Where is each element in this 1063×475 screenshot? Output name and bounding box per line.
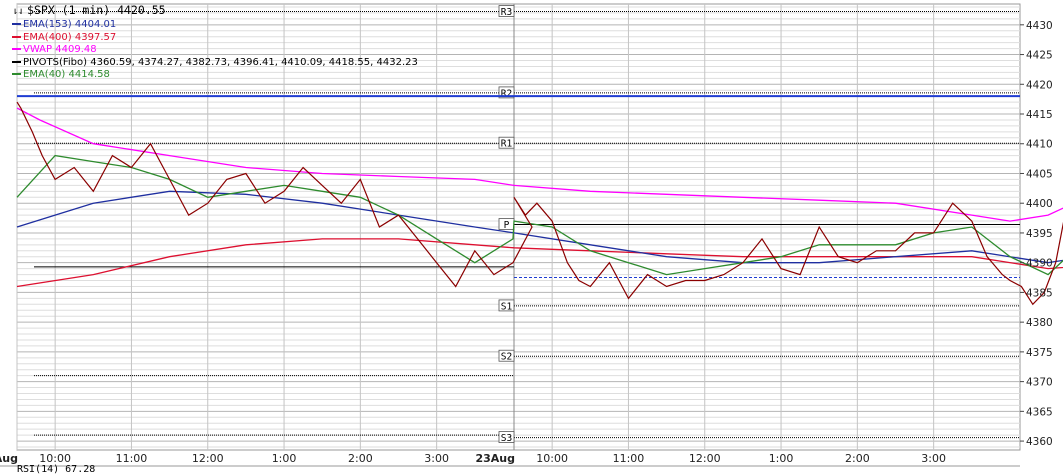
time-tick-label: 3:00 xyxy=(424,452,449,465)
price-tick-label: 4395 xyxy=(1026,228,1053,240)
legend-value: 4409.48 xyxy=(55,44,97,55)
pivot-label-r2: R2 xyxy=(501,88,512,99)
pivot-label-s3: S3 xyxy=(501,433,512,444)
price-tick-label: 4375 xyxy=(1026,347,1053,359)
price-tick-label: 4360 xyxy=(1026,436,1053,448)
pivot-label-r3: R3 xyxy=(501,7,512,18)
price-tick-label: 4415 xyxy=(1026,109,1053,121)
price-tick-label: 4380 xyxy=(1026,317,1053,329)
price-tick-label: 4405 xyxy=(1026,168,1053,180)
legend-entry-ema40: EMA(40) 4414.58 xyxy=(12,69,418,82)
price-tick-label: 4410 xyxy=(1026,139,1053,151)
legend-swatch xyxy=(12,23,21,25)
price-tick-label: 4370 xyxy=(1026,377,1053,389)
time-tick-label: 3:00 xyxy=(921,452,946,465)
time-tick-label: 1:00 xyxy=(272,452,297,465)
legend-swatch xyxy=(12,48,21,50)
price-tick-label: 4420 xyxy=(1026,79,1053,91)
legend-entry-ema153: EMA(153) 4404.01 xyxy=(12,19,418,32)
chart-legend: ⇂⇃ $SPX (1 min) 4420.55 EMA(153) 4404.01 … xyxy=(12,3,418,82)
pivot-label-s1: S1 xyxy=(501,301,513,312)
legend-value: 4397.57 xyxy=(74,31,117,43)
pivot-label-p: P xyxy=(504,220,510,231)
tick-chart-icon: ⇂⇃ xyxy=(12,6,25,17)
legend-swatch xyxy=(12,35,21,38)
legend-label: EMA(153) xyxy=(23,19,72,30)
chart-title: $SPX (1 min) xyxy=(27,3,111,17)
legend-swatch xyxy=(12,60,21,63)
legend-label: EMA(40) xyxy=(23,69,66,80)
time-tick-label: 12:00 xyxy=(192,452,224,465)
price-tick-label: 4430 xyxy=(1026,20,1053,32)
time-tick-label: 22Aug xyxy=(0,452,18,465)
time-tick-label: 23Aug xyxy=(475,452,515,465)
legend-entry-pivots: PIVOTS(Fibo) 4360.59, 4374.27, 4382.73, … xyxy=(12,57,418,70)
chart-last-price: 4420.55 xyxy=(117,3,166,17)
price-tick-label: 4400 xyxy=(1026,198,1053,210)
chart-title-row: ⇂⇃ $SPX (1 min) 4420.55 xyxy=(12,3,418,19)
time-tick-label: 10:00 xyxy=(536,452,568,465)
legend-value: 4404.01 xyxy=(74,19,117,30)
pivot-label-r1: R1 xyxy=(501,139,513,150)
time-tick-label: 12:00 xyxy=(689,452,721,465)
legend-entry-ema400: EMA(400) 4397.57 xyxy=(12,32,418,45)
rsi-label-text: RSI(14) 67.28 xyxy=(17,464,96,475)
time-tick-label: 2:00 xyxy=(845,452,870,465)
legend-entry-vwap: VWAP 4409.48 xyxy=(12,44,418,57)
legend-label: VWAP xyxy=(23,44,53,55)
pivot-label-s2: S2 xyxy=(501,352,512,363)
price-tick-label: 4425 xyxy=(1026,50,1053,62)
price-tick-label: 4390 xyxy=(1026,258,1053,270)
legend-value: 4414.58 xyxy=(68,69,110,80)
price-tick-label: 4385 xyxy=(1026,287,1053,299)
legend-value: 4360.59, 4374.27, 4382.73, 4396.41, 4410… xyxy=(90,56,418,68)
legend-label: EMA(400) xyxy=(23,31,72,43)
time-tick-label: 11:00 xyxy=(613,452,645,465)
legend-swatch xyxy=(12,73,21,75)
time-tick-label: 11:00 xyxy=(116,452,148,465)
legend-label: PIVOTS(Fibo) xyxy=(23,56,88,68)
rsi-panel-label: RSI(14) 67.28 xyxy=(17,464,95,475)
price-tick-label: 4365 xyxy=(1026,406,1053,418)
time-tick-label: 1:00 xyxy=(769,452,794,465)
time-tick-label: 2:00 xyxy=(348,452,373,465)
